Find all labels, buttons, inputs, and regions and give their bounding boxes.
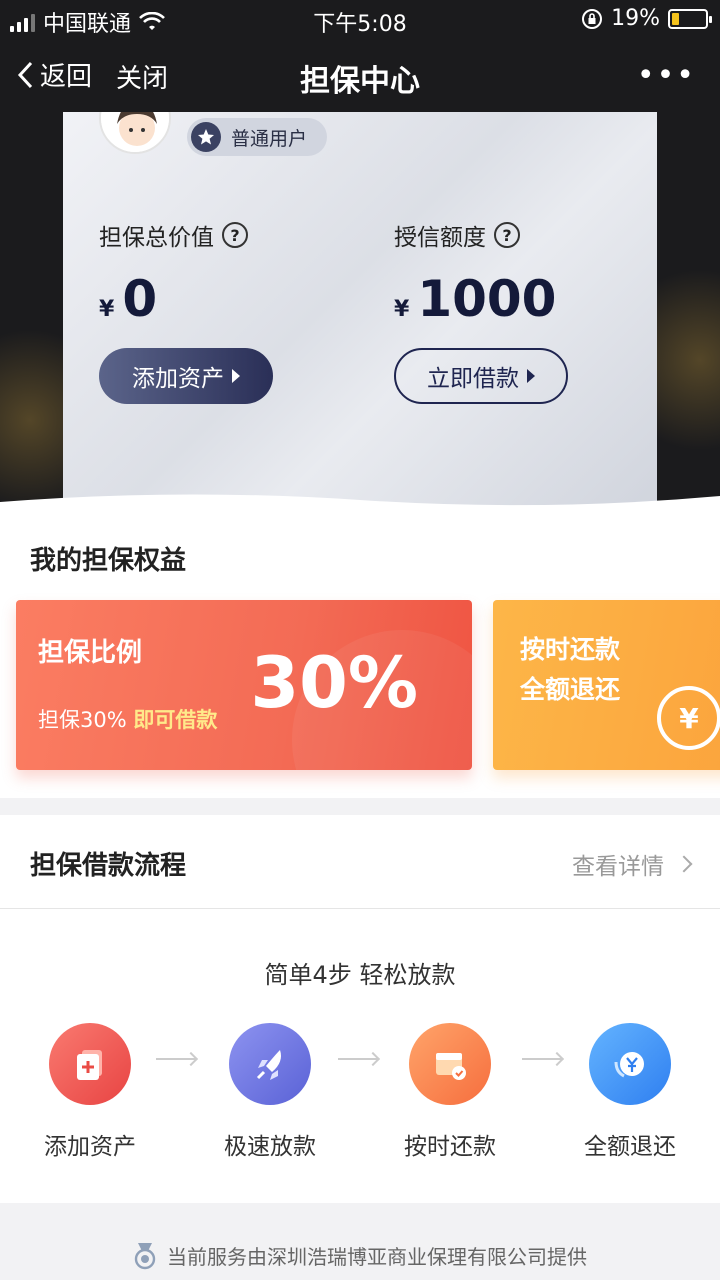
step-full-refund[interactable]: 全额退还 [560, 1023, 700, 1161]
guarantee-total-value: 0 [122, 270, 158, 328]
credit-limit: 授信额度 ? ¥ 1000 [394, 218, 556, 328]
chevron-right-icon [675, 855, 693, 873]
benefits-title: 我的担保权益 [30, 546, 187, 576]
more-menu-icon[interactable]: ••• [637, 58, 696, 93]
ratio-subtitle-prefix: 担保30% [38, 708, 127, 732]
step-label: 极速放款 [224, 1134, 316, 1160]
add-asset-icon [49, 1023, 131, 1105]
footer: 当前服务由深圳浩瑞博亚商业保理有限公司提供 [0, 1203, 720, 1280]
ratio-card-title: 担保比例 [38, 638, 143, 668]
arrow-right-icon [338, 1058, 378, 1060]
help-icon[interactable]: ? [494, 222, 520, 248]
borrow-now-label: 立即借款 [427, 366, 519, 392]
user-level-label: 普通用户 [231, 127, 308, 150]
refund-line1: 按时还款 [520, 635, 621, 664]
provider-note: 当前服务由深圳浩瑞博亚商业保理有限公司提供 [0, 1241, 720, 1270]
view-details-link[interactable]: 查看详情 [572, 847, 693, 881]
borrow-now-button[interactable]: 立即借款 [394, 348, 568, 404]
refund-card[interactable]: 按时还款 全额退还 ¥ [493, 600, 720, 770]
currency-symbol: ¥ [394, 297, 410, 322]
guarantee-total-label-row: 担保总价值 ? [99, 218, 248, 252]
ratio-percent: 30% [250, 642, 418, 724]
process-section: 担保借款流程 查看详情 简单4步 轻松放款 添加资产 极速放款 按时还款 全额退… [0, 815, 720, 1203]
step-on-time-repay[interactable]: 按时还款 [380, 1023, 520, 1161]
star-icon [191, 122, 221, 152]
avatar[interactable] [99, 112, 171, 154]
view-details-label: 查看详情 [572, 854, 664, 880]
status-right: 19% [581, 6, 712, 31]
currency-symbol: ¥ [99, 297, 115, 322]
credit-limit-label-row: 授信额度 ? [394, 218, 556, 252]
nav-bar: 返回 关闭 担保中心 ••• [0, 46, 720, 102]
credit-limit-value: 1000 [417, 270, 557, 328]
battery-icon [668, 8, 712, 29]
refund-line2: 全额退还 [520, 675, 621, 704]
rotation-lock-icon [582, 8, 603, 29]
help-icon[interactable]: ? [222, 222, 248, 248]
guarantee-total-label: 担保总价值 [99, 225, 214, 251]
calendar-check-icon [409, 1023, 491, 1105]
ratio-card-subtitle: 担保30% 即可借款 [38, 704, 217, 734]
medal-icon [134, 1242, 156, 1269]
benefits-section: 我的担保权益 担保比例 担保30% 即可借款 30% 按时还款 全额退还 ¥ [0, 520, 720, 798]
step-label: 全额退还 [584, 1134, 676, 1160]
page-title: 担保中心 [300, 64, 420, 99]
avatar-face-icon [101, 112, 169, 152]
rocket-icon [229, 1023, 311, 1105]
status-bar: 中国联通 下午5:08 19% [0, 0, 720, 40]
add-asset-button[interactable]: 添加资产 [99, 348, 273, 404]
add-asset-label: 添加资产 [132, 366, 224, 392]
arrow-right-icon [522, 1058, 562, 1060]
step-label: 按时还款 [404, 1134, 496, 1160]
step-fast-loan[interactable]: 极速放款 [200, 1023, 340, 1161]
provider-text: 当前服务由深圳浩瑞博亚商业保理有限公司提供 [167, 1245, 587, 1269]
guarantee-total: 担保总价值 ? ¥ 0 [99, 218, 248, 328]
process-header: 担保借款流程 查看详情 [0, 815, 720, 909]
triangle-right-icon [527, 369, 535, 383]
arrow-right-icon [156, 1058, 196, 1060]
credit-limit-value-row: ¥ 1000 [394, 270, 556, 328]
step-add-asset[interactable]: 添加资产 [20, 1023, 160, 1161]
battery-percent: 19% [611, 6, 660, 31]
yen-cycle-icon: ¥ [657, 686, 720, 750]
guarantee-total-value-row: ¥ 0 [99, 270, 248, 328]
user-level-badge: 普通用户 [187, 118, 328, 156]
refund-yen-icon [589, 1023, 671, 1105]
step-label: 添加资产 [44, 1134, 136, 1160]
guarantee-card: 普通用户 担保总价值 ? ¥ 0 授信额度 ? ¥ 1000 添加资产 立即借款 [63, 112, 657, 532]
process-subtitle: 简单4步 轻松放款 [264, 961, 456, 989]
process-title: 担保借款流程 [30, 851, 187, 881]
triangle-right-icon [232, 369, 240, 383]
ratio-subtitle-highlight: 即可借款 [133, 708, 218, 732]
guarantee-ratio-card[interactable]: 担保比例 担保30% 即可借款 30% [16, 600, 472, 770]
credit-limit-label: 授信额度 [394, 225, 486, 251]
